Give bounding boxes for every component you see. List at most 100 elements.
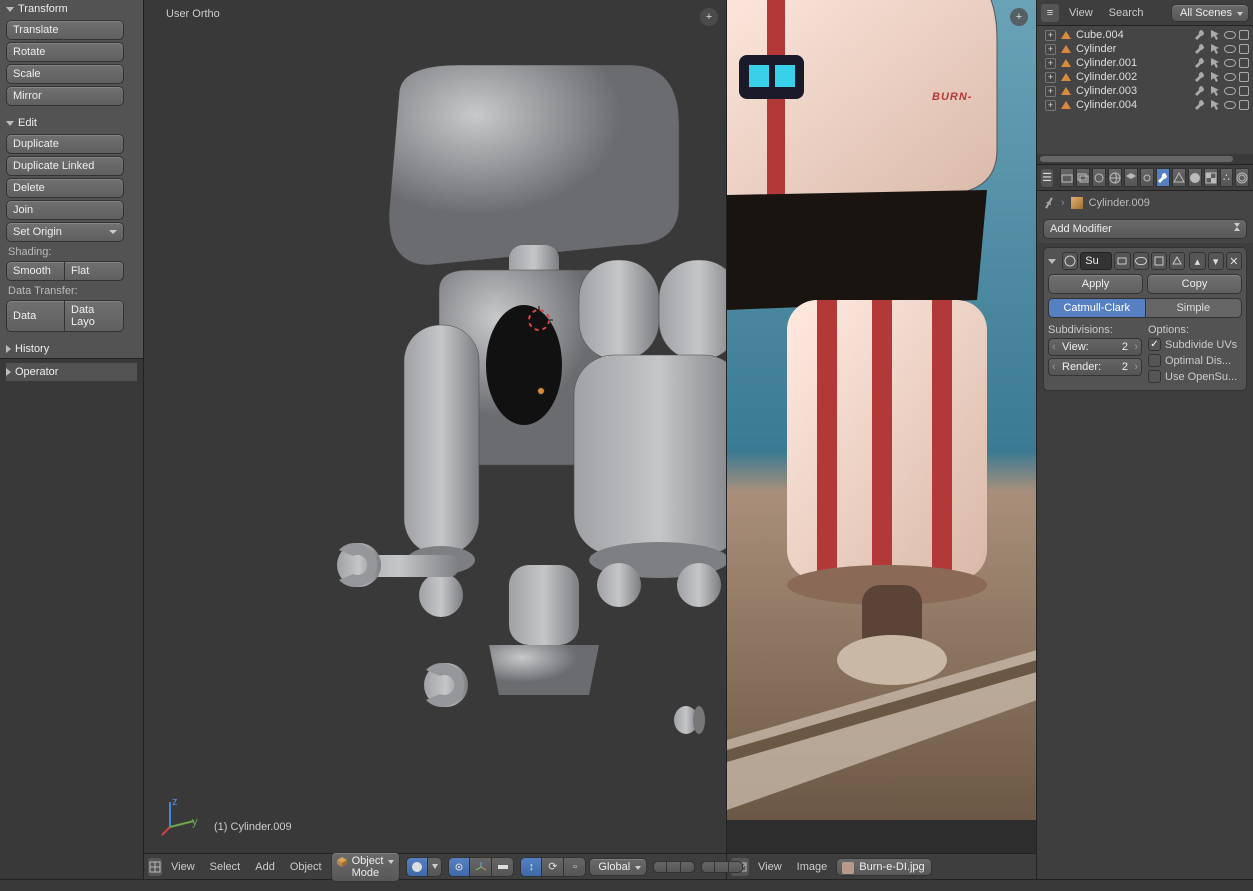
move-up-icon[interactable]: ▴ (1189, 252, 1205, 270)
eye-icon[interactable] (1224, 31, 1236, 39)
render-icon[interactable] (1239, 100, 1249, 110)
add-modifier-dropdown[interactable]: Add Modifier (1043, 219, 1247, 239)
outliner-item[interactable]: +Cube.004 (1037, 28, 1253, 42)
render-icon[interactable] (1239, 30, 1249, 40)
outliner-item[interactable]: +Cylinder.002 (1037, 70, 1253, 84)
eye-icon[interactable] (1224, 59, 1236, 67)
edit-panel-header[interactable]: Edit (0, 114, 143, 132)
simple-toggle[interactable]: Simple (1146, 298, 1243, 318)
constraints-tab-icon[interactable] (1140, 168, 1154, 187)
object-menu[interactable]: Object (284, 861, 328, 873)
show-render-icon[interactable] (1114, 252, 1130, 270)
physics-tab-icon[interactable] (1235, 168, 1249, 187)
data-layout-button[interactable]: Data Layo (65, 300, 124, 332)
scenes-dropdown[interactable]: All Scenes (1171, 4, 1249, 22)
set-origin-dropdown[interactable]: Set Origin (6, 222, 124, 242)
join-button[interactable]: Join (6, 200, 124, 220)
render-icon[interactable] (1239, 58, 1249, 68)
eye-icon[interactable] (1224, 45, 1236, 53)
manip-scale-icon[interactable]: ▫ (564, 857, 586, 877)
shading-solid-icon[interactable] (406, 857, 428, 877)
layers-grid-1[interactable] (653, 861, 695, 873)
operator-title: Operator (15, 366, 58, 378)
shading-dropdown-icon[interactable] (428, 857, 442, 877)
manipulator-icon[interactable] (470, 857, 492, 877)
mirror-button[interactable]: Mirror (6, 86, 124, 106)
delete-button[interactable]: Delete (6, 178, 124, 198)
subdivide-uvs-checkbox[interactable] (1148, 338, 1161, 351)
translate-button[interactable]: Translate (6, 20, 124, 40)
render-tab-icon[interactable] (1060, 168, 1074, 187)
modifiers-tab-icon[interactable] (1156, 168, 1170, 187)
smooth-button[interactable]: Smooth (6, 261, 65, 281)
pin-icon[interactable] (1041, 195, 1057, 211)
render-layers-tab-icon[interactable] (1076, 168, 1090, 187)
move-down-icon[interactable]: ▾ (1208, 252, 1224, 270)
show-cage-icon[interactable] (1169, 252, 1185, 270)
disclosure-down-icon[interactable] (1048, 259, 1056, 264)
eye-icon[interactable] (1224, 73, 1236, 81)
flat-button[interactable]: Flat (65, 261, 124, 281)
rotate-button[interactable]: Rotate (6, 42, 124, 62)
viewport-plus-button[interactable]: + (700, 8, 718, 26)
use-opensubdiv-checkbox[interactable] (1148, 370, 1161, 383)
view-menu[interactable]: View (165, 861, 201, 873)
eye-icon[interactable] (1224, 87, 1236, 95)
manip-translate-icon[interactable]: ↕ (520, 857, 542, 877)
scale-button[interactable]: Scale (6, 64, 124, 84)
outliner-item[interactable]: +Cylinder.003 (1037, 84, 1253, 98)
shading-label: Shading: (6, 244, 137, 261)
transform-panel-header[interactable]: Transform (0, 0, 143, 18)
add-menu[interactable]: Add (249, 861, 281, 873)
particles-tab-icon[interactable]: ∴ (1220, 168, 1233, 187)
data-button[interactable]: Data (6, 300, 65, 332)
render-icon[interactable] (1239, 86, 1249, 96)
layers-grid-2[interactable] (701, 861, 743, 873)
duplicate-button[interactable]: Duplicate (6, 134, 124, 154)
texture-tab-icon[interactable] (1204, 168, 1218, 187)
editor-type-icon[interactable]: ☰ (1041, 169, 1053, 187)
outliner-search-menu[interactable]: Search (1103, 7, 1150, 19)
duplicate-linked-button[interactable]: Duplicate Linked (6, 156, 124, 176)
image-plus-button[interactable]: + (1010, 8, 1028, 26)
orientation-dropdown[interactable]: Global (589, 858, 647, 876)
data-tab-icon[interactable] (1172, 168, 1186, 187)
copy-button[interactable]: Copy (1147, 274, 1242, 294)
editor-type-icon[interactable]: ≡ (1041, 4, 1059, 22)
outliner-view-menu[interactable]: View (1063, 7, 1099, 19)
modifier-name-input[interactable] (1080, 252, 1112, 270)
delete-modifier-icon[interactable]: ✕ (1226, 252, 1242, 270)
operator-panel-header[interactable]: Operator (6, 363, 137, 381)
layers-icon[interactable] (492, 857, 514, 877)
render-subdiv-field[interactable]: Render:2 (1048, 358, 1142, 376)
image-view-menu[interactable]: View (752, 861, 788, 873)
view-subdiv-field[interactable]: View:2 (1048, 338, 1142, 356)
optimal-display-checkbox[interactable] (1148, 354, 1161, 367)
apply-button[interactable]: Apply (1048, 274, 1143, 294)
render-icon[interactable] (1239, 72, 1249, 82)
render-icon[interactable] (1239, 44, 1249, 54)
mode-dropdown[interactable]: Object Mode (331, 852, 401, 882)
image-editor-viewport[interactable]: BURN- + (727, 0, 1036, 853)
outliner-scrollbar[interactable] (1037, 154, 1253, 164)
material-tab-icon[interactable] (1188, 168, 1202, 187)
show-editmode-icon[interactable] (1151, 252, 1167, 270)
world-tab-icon[interactable] (1108, 168, 1122, 187)
outliner-tree[interactable]: +Cube.004 +Cylinder +Cylinder.001 +Cylin… (1037, 26, 1253, 154)
show-viewport-icon[interactable] (1133, 252, 1149, 270)
select-menu[interactable]: Select (204, 861, 247, 873)
image-file-dropdown[interactable]: Burn-e-DI.jpg (836, 858, 931, 876)
editor-type-icon[interactable] (148, 858, 162, 876)
pivot-icon[interactable] (448, 857, 470, 877)
object-tab-icon[interactable] (1124, 168, 1138, 187)
manip-rotate-icon[interactable]: ⟳ (542, 857, 564, 877)
history-panel-header[interactable]: History (0, 340, 143, 358)
outliner-item[interactable]: +Cylinder (1037, 42, 1253, 56)
scene-tab-icon[interactable] (1092, 168, 1106, 187)
image-menu[interactable]: Image (791, 861, 834, 873)
eye-icon[interactable] (1224, 101, 1236, 109)
outliner-item[interactable]: +Cylinder.004 (1037, 98, 1253, 112)
outliner-item[interactable]: +Cylinder.001 (1037, 56, 1253, 70)
catmull-clark-toggle[interactable]: Catmull-Clark (1048, 298, 1146, 318)
3d-viewport[interactable]: User Ortho + (144, 0, 726, 853)
